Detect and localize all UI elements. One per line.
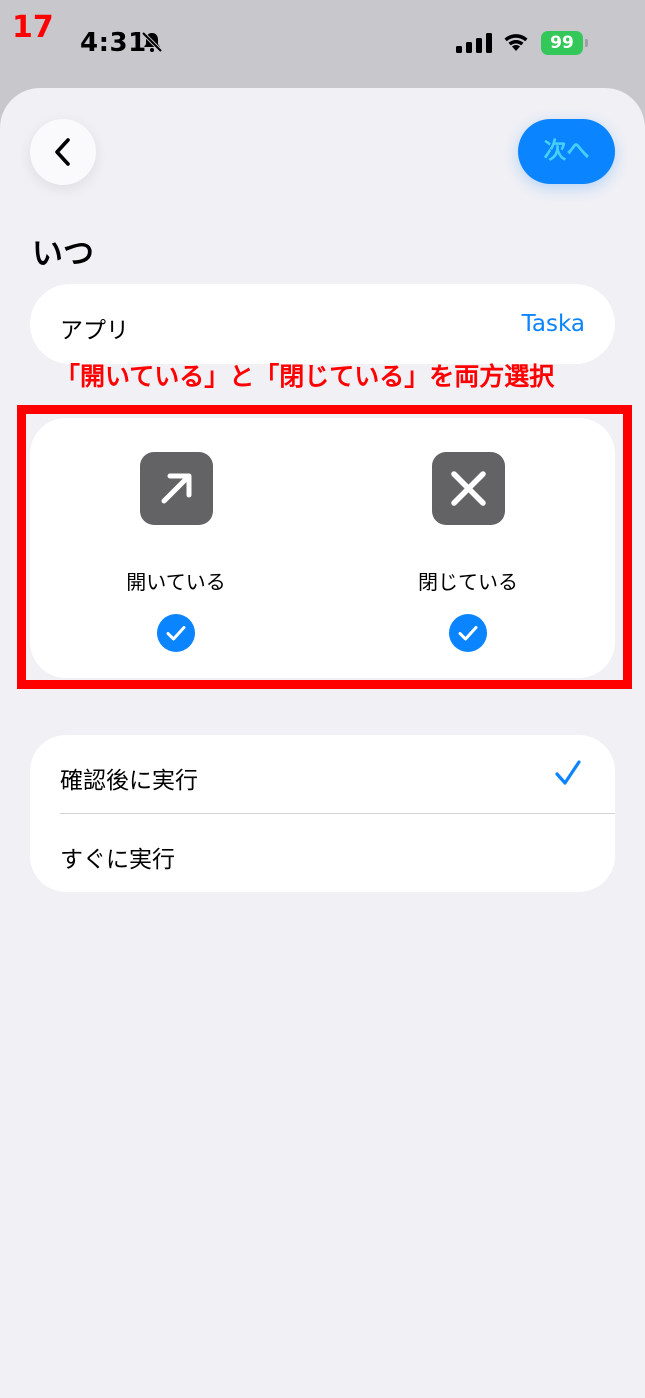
checkmark-icon — [555, 760, 581, 785]
back-button[interactable] — [30, 119, 96, 185]
run-option-immediate[interactable]: すぐに実行 — [30, 814, 615, 892]
section-title: いつ — [32, 236, 94, 272]
app-row-value[interactable]: Taska — [522, 311, 585, 337]
annotation-highlight-box — [17, 405, 632, 689]
battery-cap — [585, 39, 588, 47]
run-option-confirm[interactable]: 確認後に実行 — [30, 735, 615, 813]
next-button[interactable]: 次へ — [518, 119, 615, 184]
annotation-text: 「開いている」と「閉じている」を両方選択 — [55, 362, 555, 391]
app-row-label: アプリ — [60, 318, 129, 344]
chevron-left-icon — [55, 138, 70, 166]
status-time: 4:31 — [80, 28, 147, 58]
bell-slash-icon — [141, 31, 163, 53]
step-number: 17 — [12, 10, 54, 45]
app-row[interactable]: アプリ Taska — [30, 284, 615, 364]
battery-charging-icon: 99 — [541, 31, 589, 55]
wifi-icon — [504, 34, 528, 51]
run-option-label: 確認後に実行 — [60, 768, 198, 794]
cellular-signal-icon — [456, 33, 492, 53]
run-mode-card: 確認後に実行 すぐに実行 — [30, 735, 615, 892]
battery-level: 99 — [541, 31, 583, 55]
run-option-label: すぐに実行 — [60, 847, 175, 873]
